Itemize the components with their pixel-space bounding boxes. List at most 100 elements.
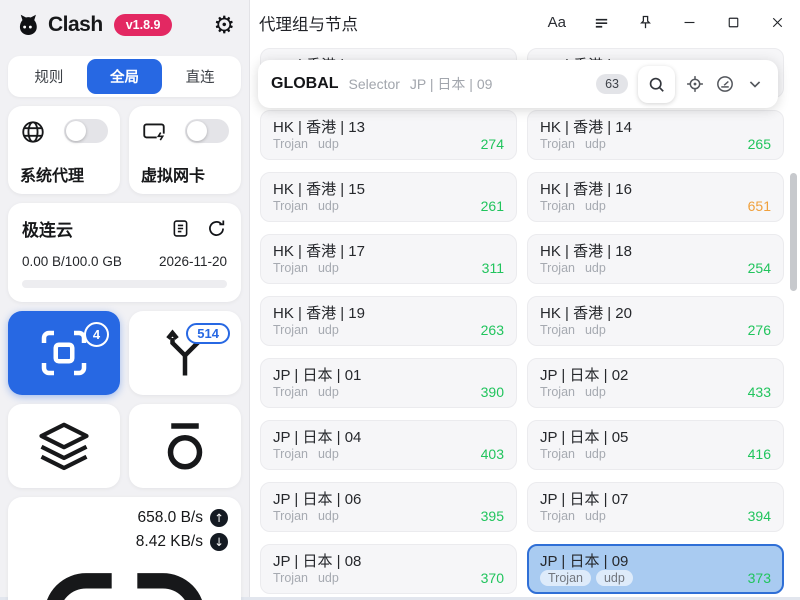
latency-value: 651: [748, 198, 771, 214]
proxy-groups-icon: [20, 370, 108, 387]
protocol-tag: udp: [585, 323, 606, 337]
protocol-tag: udp: [318, 447, 339, 461]
node-card[interactable]: HK | 香港 | 19Trojanudp263: [260, 296, 517, 346]
maximize-icon[interactable]: [725, 14, 742, 31]
protocol-tag: Trojan: [540, 137, 575, 151]
sidebar-item-external-resources[interactable]: 外部资源: [8, 404, 120, 488]
protocol-tag: Trojan: [540, 570, 591, 586]
protocol-tag: Trojan: [273, 137, 308, 151]
protocol-tag: udp: [318, 137, 339, 151]
sidebar-item-rules[interactable]: 514 规则: [129, 311, 241, 395]
speedtest-gauge-icon[interactable]: [715, 74, 735, 94]
locate-current-icon[interactable]: [685, 74, 705, 94]
tun-mode-toggle[interactable]: [185, 119, 229, 143]
profile-usage: 0.00 B/100.0 GB: [22, 254, 122, 269]
latency-value: 416: [748, 446, 771, 462]
latency-value: 433: [748, 384, 771, 400]
text-lines-icon[interactable]: [593, 14, 610, 31]
font-size-icon[interactable]: Aa: [548, 14, 566, 31]
mode-tab-global[interactable]: 全局: [87, 59, 163, 94]
node-card[interactable]: JP | 日本 | 01Trojanudp390: [260, 358, 517, 408]
node-name: JP | 日本 | 02: [540, 364, 771, 384]
latency-value: 265: [748, 136, 771, 152]
node-name: JP | 日本 | 07: [540, 488, 771, 508]
protocol-tag: Trojan: [273, 571, 308, 585]
node-card[interactable]: JP | 日本 | 05Trojanudp416: [527, 420, 784, 470]
settings-gear-icon[interactable]: ⚙: [213, 13, 235, 37]
sidebar-item-override[interactable]: 覆写: [129, 404, 241, 488]
node-card[interactable]: HK | 香港 | 14Trojanudp265: [527, 110, 784, 160]
close-icon[interactable]: [769, 14, 786, 31]
protocol-tag: udp: [318, 385, 339, 399]
node-card[interactable]: JP | 日本 | 02Trojanudp433: [527, 358, 784, 408]
scrollbar-thumb[interactable]: [790, 173, 797, 291]
latency-value: 403: [481, 446, 504, 462]
node-card[interactable]: JP | 日本 | 08Trojanudp370: [260, 544, 517, 594]
node-card[interactable]: HK | 香港 | 20Trojanudp276: [527, 296, 784, 346]
clash-window: Clash v1.8.9 ⚙ 规则 全局 直连 系统代理: [0, 0, 800, 600]
profile-name: 极连云: [22, 216, 73, 241]
profile-refresh-icon[interactable]: [206, 218, 227, 239]
protocol-tag: udp: [585, 199, 606, 213]
sidebar-item-proxy-groups[interactable]: 4 代理组: [8, 311, 120, 395]
chevron-down-icon[interactable]: [745, 74, 765, 94]
download-speed: 8.42 KB/s: [136, 533, 203, 551]
latency-value: 261: [481, 198, 504, 214]
protocol-tag: udp: [318, 323, 339, 337]
protocol-tag: udp: [585, 385, 606, 399]
node-card[interactable]: JP | 日本 | 04Trojanudp403: [260, 420, 517, 470]
protocol-tag: Trojan: [273, 261, 308, 275]
protocol-tag: udp: [318, 571, 339, 585]
node-name: HK | 香港 | 16: [540, 178, 771, 198]
node-name: HK | 香港 | 13: [273, 116, 504, 136]
protocol-tag: udp: [318, 261, 339, 275]
version-badge: v1.8.9: [114, 14, 173, 36]
latency-value: 370: [481, 570, 504, 586]
node-name: HK | 香港 | 14: [540, 116, 771, 136]
node-name: JP | 日本 | 01: [273, 364, 504, 384]
main-panel: 代理组与节点 Aa: [250, 0, 800, 597]
group-selector-bar[interactable]: GLOBAL Selector JP | 日本 | 09 63: [258, 60, 778, 108]
profile-usage-progressbar: [22, 280, 227, 288]
latency-value: 274: [481, 136, 504, 152]
profile-expire-date: 2026-11-20: [159, 254, 227, 269]
node-name: HK | 香港 | 20: [540, 302, 771, 322]
node-card[interactable]: HK | 香港 | 18Trojanudp254: [527, 234, 784, 284]
latency-value: 395: [481, 508, 504, 524]
system-proxy-toggle[interactable]: [64, 119, 108, 143]
node-card[interactable]: HK | 香港 | 17Trojanudp311: [260, 234, 517, 284]
app-name: Clash: [48, 13, 103, 37]
protocol-tag: Trojan: [273, 447, 308, 461]
protocol-tag: Trojan: [273, 385, 308, 399]
pin-icon[interactable]: [637, 14, 654, 31]
proxy-content: GLOBAL Selector JP | 日本 | 09 63 HK |: [250, 45, 800, 597]
toggle-cards-row: 系统代理 虚拟网卡: [8, 106, 241, 194]
override-icon: [141, 463, 229, 480]
protocol-tag: Trojan: [540, 323, 575, 337]
node-card[interactable]: JP | 日本 | 06Trojanudp395: [260, 482, 517, 532]
mode-tab-rule[interactable]: 规则: [11, 59, 87, 94]
group-type: Selector: [349, 76, 400, 92]
virtual-nic-icon: [141, 119, 167, 145]
profile-card[interactable]: 极连云 0.00 B/100.0 GB 2026-11-20: [8, 203, 241, 302]
group-name: GLOBAL: [271, 75, 339, 93]
node-card[interactable]: HK | 香港 | 15Trojanudp261: [260, 172, 517, 222]
page-title: 代理组与节点: [259, 11, 358, 35]
latency-value: 311: [482, 260, 504, 276]
protocol-tag: udp: [318, 509, 339, 523]
protocol-tag: Trojan: [540, 199, 575, 213]
latency-value: 254: [748, 260, 771, 276]
protocol-tag: Trojan: [540, 261, 575, 275]
mode-tab-direct[interactable]: 直连: [162, 59, 238, 94]
node-card[interactable]: JP | 日本 | 09Trojanudp373: [527, 544, 784, 594]
node-card[interactable]: HK | 香港 | 13Trojan udp 274: [260, 110, 517, 160]
minimize-icon[interactable]: [681, 14, 698, 31]
protocol-tag: udp: [585, 261, 606, 275]
connections-card[interactable]: 658.0 B/s ↑ 8.42 KB/s ↓ 连接: [8, 497, 241, 600]
node-card[interactable]: JP | 日本 | 07Trojanudp394: [527, 482, 784, 532]
profile-details-icon[interactable]: [170, 218, 191, 239]
proxy-groups-count-badge: 4: [84, 322, 109, 347]
search-button[interactable]: [638, 66, 675, 103]
node-card[interactable]: HK | 香港 | 16Trojan udp 651: [527, 172, 784, 222]
node-name: HK | 香港 | 19: [273, 302, 504, 322]
